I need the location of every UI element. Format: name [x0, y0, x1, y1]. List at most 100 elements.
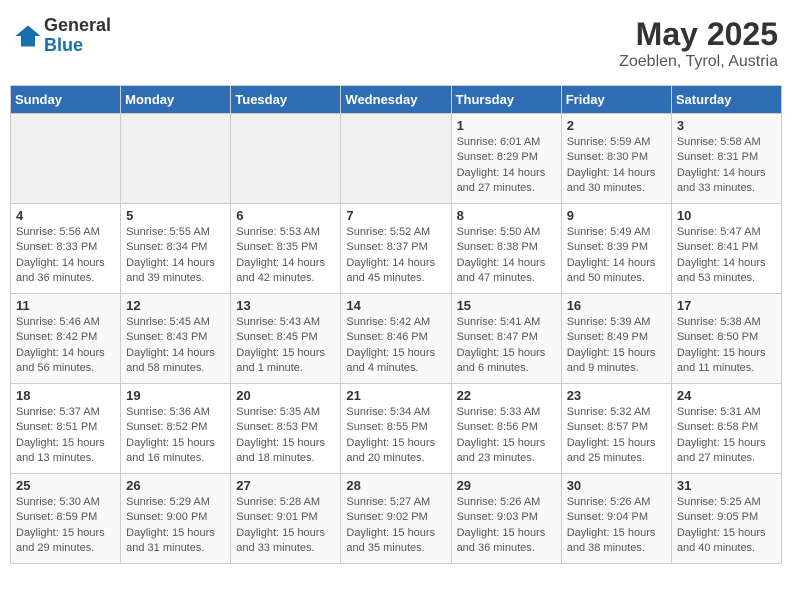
calendar-cell: 14 Sunrise: 5:42 AM Sunset: 8:46 PM Dayli…	[341, 294, 451, 384]
day-info: Sunrise: 5:34 AM Sunset: 8:55 PM Dayligh…	[346, 405, 445, 467]
calendar-cell: 2 Sunrise: 5:59 AM Sunset: 8:30 PM Daylig…	[561, 114, 671, 204]
day-number: 17	[677, 298, 776, 313]
header-day-thursday: Thursday	[451, 86, 561, 114]
title-block: May 2025 Zoeblen, Tyrol, Austria	[619, 16, 778, 71]
month-year: May 2025	[619, 16, 778, 53]
day-number: 6	[236, 208, 335, 223]
calendar-cell: 6 Sunrise: 5:53 AM Sunset: 8:35 PM Daylig…	[231, 204, 341, 294]
calendar-header: SundayMondayTuesdayWednesdayThursdayFrid…	[11, 86, 782, 114]
day-info: Sunrise: 5:25 AM Sunset: 9:05 PM Dayligh…	[677, 495, 776, 557]
location: Zoeblen, Tyrol, Austria	[619, 53, 778, 71]
header-day-wednesday: Wednesday	[341, 86, 451, 114]
day-number: 15	[457, 298, 556, 313]
day-info: Sunrise: 5:41 AM Sunset: 8:47 PM Dayligh…	[457, 315, 556, 377]
header-day-monday: Monday	[121, 86, 231, 114]
day-number: 27	[236, 478, 335, 493]
calendar-cell: 30Sunrise: 5:26 AM Sunset: 9:04 PM Dayli…	[561, 474, 671, 564]
calendar-cell: 28 Sunrise: 5:27 AM Sunset: 9:02 PM Dayli…	[341, 474, 451, 564]
day-info: Sunrise: 5:28 AM Sunset: 9:01 PM Dayligh…	[236, 495, 335, 557]
day-number: 23	[567, 388, 666, 403]
calendar-cell	[231, 114, 341, 204]
calendar-cell: 13 Sunrise: 5:43 AM Sunset: 8:45 PM Dayli…	[231, 294, 341, 384]
day-info: Sunrise: 5:56 AM Sunset: 8:33 PM Dayligh…	[16, 225, 115, 287]
day-number: 12	[126, 298, 225, 313]
calendar-body: 1 Sunrise: 6:01 AM Sunset: 8:29 PM Daylig…	[11, 114, 782, 564]
day-info: Sunrise: 5:47 AM Sunset: 8:41 PM Dayligh…	[677, 225, 776, 287]
calendar-cell: 12 Sunrise: 5:45 AM Sunset: 8:43 PM Dayli…	[121, 294, 231, 384]
header-row: SundayMondayTuesdayWednesdayThursdayFrid…	[11, 86, 782, 114]
calendar-cell	[11, 114, 121, 204]
calendar-cell: 17 Sunrise: 5:38 AM Sunset: 8:50 PM Dayli…	[671, 294, 781, 384]
day-number: 24	[677, 388, 776, 403]
day-info: Sunrise: 5:35 AM Sunset: 8:53 PM Dayligh…	[236, 405, 335, 467]
day-number: 22	[457, 388, 556, 403]
page-header: General Blue May 2025 Zoeblen, Tyrol, Au…	[10, 10, 782, 77]
day-number: 20	[236, 388, 335, 403]
calendar-cell: 25Sunrise: 5:30 AM Sunset: 8:59 PM Dayli…	[11, 474, 121, 564]
day-number: 3	[677, 118, 776, 133]
logo-text: General Blue	[44, 16, 111, 56]
day-number: 28	[346, 478, 445, 493]
calendar-cell: 21 Sunrise: 5:34 AM Sunset: 8:55 PM Dayli…	[341, 384, 451, 474]
header-day-tuesday: Tuesday	[231, 86, 341, 114]
day-info: Sunrise: 5:43 AM Sunset: 8:45 PM Dayligh…	[236, 315, 335, 377]
day-number: 7	[346, 208, 445, 223]
day-info: Sunrise: 5:26 AM Sunset: 9:03 PM Dayligh…	[457, 495, 556, 557]
day-info: Sunrise: 5:42 AM Sunset: 8:46 PM Dayligh…	[346, 315, 445, 377]
calendar-week-4: 18Sunrise: 5:37 AM Sunset: 8:51 PM Dayli…	[11, 384, 782, 474]
calendar-cell: 18Sunrise: 5:37 AM Sunset: 8:51 PM Dayli…	[11, 384, 121, 474]
day-info: Sunrise: 5:55 AM Sunset: 8:34 PM Dayligh…	[126, 225, 225, 287]
day-info: Sunrise: 5:33 AM Sunset: 8:56 PM Dayligh…	[457, 405, 556, 467]
day-number: 18	[16, 388, 115, 403]
calendar-cell: 31 Sunrise: 5:25 AM Sunset: 9:05 PM Dayli…	[671, 474, 781, 564]
calendar-cell	[121, 114, 231, 204]
day-number: 8	[457, 208, 556, 223]
header-day-sunday: Sunday	[11, 86, 121, 114]
day-number: 13	[236, 298, 335, 313]
day-info: Sunrise: 5:27 AM Sunset: 9:02 PM Dayligh…	[346, 495, 445, 557]
day-number: 1	[457, 118, 556, 133]
calendar-cell: 29 Sunrise: 5:26 AM Sunset: 9:03 PM Dayli…	[451, 474, 561, 564]
day-info: Sunrise: 5:59 AM Sunset: 8:30 PM Dayligh…	[567, 135, 666, 197]
day-info: Sunrise: 5:36 AM Sunset: 8:52 PM Dayligh…	[126, 405, 225, 467]
calendar-week-5: 25Sunrise: 5:30 AM Sunset: 8:59 PM Dayli…	[11, 474, 782, 564]
day-info: Sunrise: 6:01 AM Sunset: 8:29 PM Dayligh…	[457, 135, 556, 197]
calendar-cell: 19Sunrise: 5:36 AM Sunset: 8:52 PM Dayli…	[121, 384, 231, 474]
calendar-cell: 4Sunrise: 5:56 AM Sunset: 8:33 PM Daylig…	[11, 204, 121, 294]
day-number: 10	[677, 208, 776, 223]
day-info: Sunrise: 5:26 AM Sunset: 9:04 PM Dayligh…	[567, 495, 666, 557]
day-number: 26	[126, 478, 225, 493]
day-number: 21	[346, 388, 445, 403]
logo-icon	[14, 22, 42, 50]
day-info: Sunrise: 5:58 AM Sunset: 8:31 PM Dayligh…	[677, 135, 776, 197]
calendar-cell: 24 Sunrise: 5:31 AM Sunset: 8:58 PM Dayli…	[671, 384, 781, 474]
day-number: 5	[126, 208, 225, 223]
logo: General Blue	[14, 16, 111, 56]
calendar-cell: 3 Sunrise: 5:58 AM Sunset: 8:31 PM Daylig…	[671, 114, 781, 204]
logo-general-text: General	[44, 16, 111, 36]
day-info: Sunrise: 5:52 AM Sunset: 8:37 PM Dayligh…	[346, 225, 445, 287]
day-number: 16	[567, 298, 666, 313]
day-info: Sunrise: 5:46 AM Sunset: 8:42 PM Dayligh…	[16, 315, 115, 377]
calendar-cell: 7 Sunrise: 5:52 AM Sunset: 8:37 PM Daylig…	[341, 204, 451, 294]
header-day-saturday: Saturday	[671, 86, 781, 114]
calendar-cell: 27 Sunrise: 5:28 AM Sunset: 9:01 PM Dayli…	[231, 474, 341, 564]
day-info: Sunrise: 5:38 AM Sunset: 8:50 PM Dayligh…	[677, 315, 776, 377]
day-number: 2	[567, 118, 666, 133]
calendar-cell: 15 Sunrise: 5:41 AM Sunset: 8:47 PM Dayli…	[451, 294, 561, 384]
calendar-cell: 1 Sunrise: 6:01 AM Sunset: 8:29 PM Daylig…	[451, 114, 561, 204]
calendar-cell: 8Sunrise: 5:50 AM Sunset: 8:38 PM Daylig…	[451, 204, 561, 294]
day-number: 29	[457, 478, 556, 493]
calendar-cell: 16Sunrise: 5:39 AM Sunset: 8:49 PM Dayli…	[561, 294, 671, 384]
day-number: 14	[346, 298, 445, 313]
calendar-cell: 9Sunrise: 5:49 AM Sunset: 8:39 PM Daylig…	[561, 204, 671, 294]
day-info: Sunrise: 5:32 AM Sunset: 8:57 PM Dayligh…	[567, 405, 666, 467]
day-info: Sunrise: 5:45 AM Sunset: 8:43 PM Dayligh…	[126, 315, 225, 377]
calendar-cell: 10 Sunrise: 5:47 AM Sunset: 8:41 PM Dayli…	[671, 204, 781, 294]
calendar-week-3: 11 Sunrise: 5:46 AM Sunset: 8:42 PM Dayli…	[11, 294, 782, 384]
logo-blue-text: Blue	[44, 36, 111, 56]
day-info: Sunrise: 5:53 AM Sunset: 8:35 PM Dayligh…	[236, 225, 335, 287]
day-info: Sunrise: 5:31 AM Sunset: 8:58 PM Dayligh…	[677, 405, 776, 467]
day-number: 31	[677, 478, 776, 493]
day-number: 11	[16, 298, 115, 313]
